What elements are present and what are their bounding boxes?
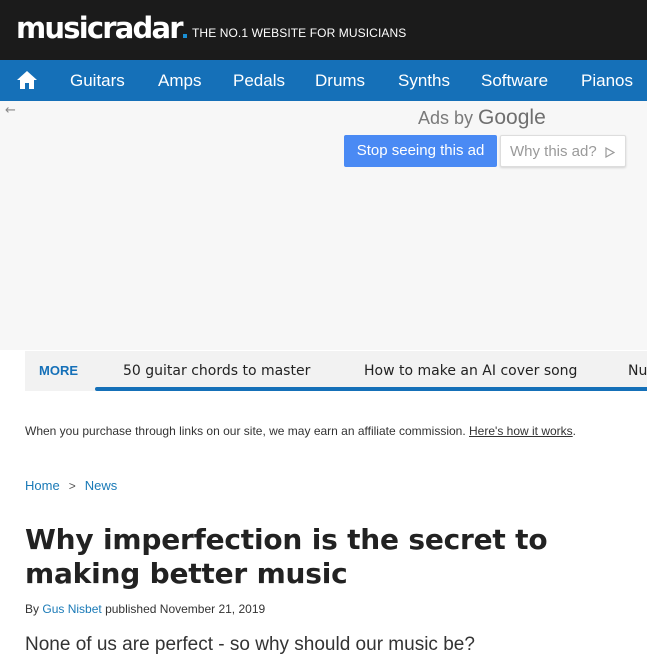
nav-item-guitars[interactable]: Guitars (70, 60, 125, 101)
stop-seeing-ad-button[interactable]: Stop seeing this ad (344, 135, 497, 167)
ad-slot: ← Ads by Google Stop seeing this ad Why … (0, 101, 647, 350)
nav-item-drums[interactable]: Drums (315, 60, 365, 101)
article-byline: By Gus Nisbet published November 21, 201… (25, 602, 266, 616)
publish-date: published November 21, 2019 (105, 602, 266, 616)
breadcrumb: Home > News (25, 478, 117, 493)
back-arrow-icon[interactable]: ← (5, 103, 16, 118)
breadcrumb-separator: > (68, 479, 76, 493)
nav-item-synths[interactable]: Synths (398, 60, 450, 101)
nav-item-pianos[interactable]: Pianos (581, 60, 633, 101)
site-header: musicradar THE NO.1 WEBSITE FOR MUSICIAN… (0, 0, 647, 60)
article-title: Why imperfection is the secret to making… (25, 523, 548, 590)
more-link-ai-cover-song[interactable]: How to make an AI cover song (364, 351, 577, 391)
ads-by-google: Ads by Google (418, 106, 546, 129)
site-tagline: THE NO.1 WEBSITE FOR MUSICIANS (192, 26, 407, 40)
nav-item-pedals[interactable]: Pedals (233, 60, 285, 101)
affiliate-disclosure: When you purchase through links on our s… (25, 424, 577, 438)
more-link-guitar-chords[interactable]: 50 guitar chords to master (123, 351, 310, 391)
article-standfirst: None of us are perfect - so why should o… (25, 634, 475, 655)
play-triangle-icon (605, 147, 615, 158)
home-icon[interactable] (14, 68, 40, 92)
site-logo[interactable]: musicradar (16, 8, 187, 48)
more-link-truncated[interactable]: Nu (628, 351, 647, 391)
breadcrumb-news[interactable]: News (85, 478, 118, 493)
more-label: MORE (39, 363, 78, 378)
nav-item-software[interactable]: Software (481, 60, 548, 101)
affiliate-link[interactable]: Here's how it works (469, 424, 573, 438)
author-link[interactable]: Gus Nisbet (42, 602, 101, 616)
main-nav: Guitars Amps Pedals Drums Synths Softwar… (0, 60, 647, 101)
why-this-ad-button[interactable]: Why this ad? (500, 135, 626, 167)
breadcrumb-home[interactable]: Home (25, 478, 60, 493)
logo-dot (182, 34, 187, 38)
more-scroll-indicator (95, 387, 647, 391)
more-links-bar: MORE 50 guitar chords to master How to m… (25, 351, 647, 391)
nav-item-amps[interactable]: Amps (158, 60, 201, 101)
why-this-ad-label: Why this ad? (510, 143, 597, 160)
